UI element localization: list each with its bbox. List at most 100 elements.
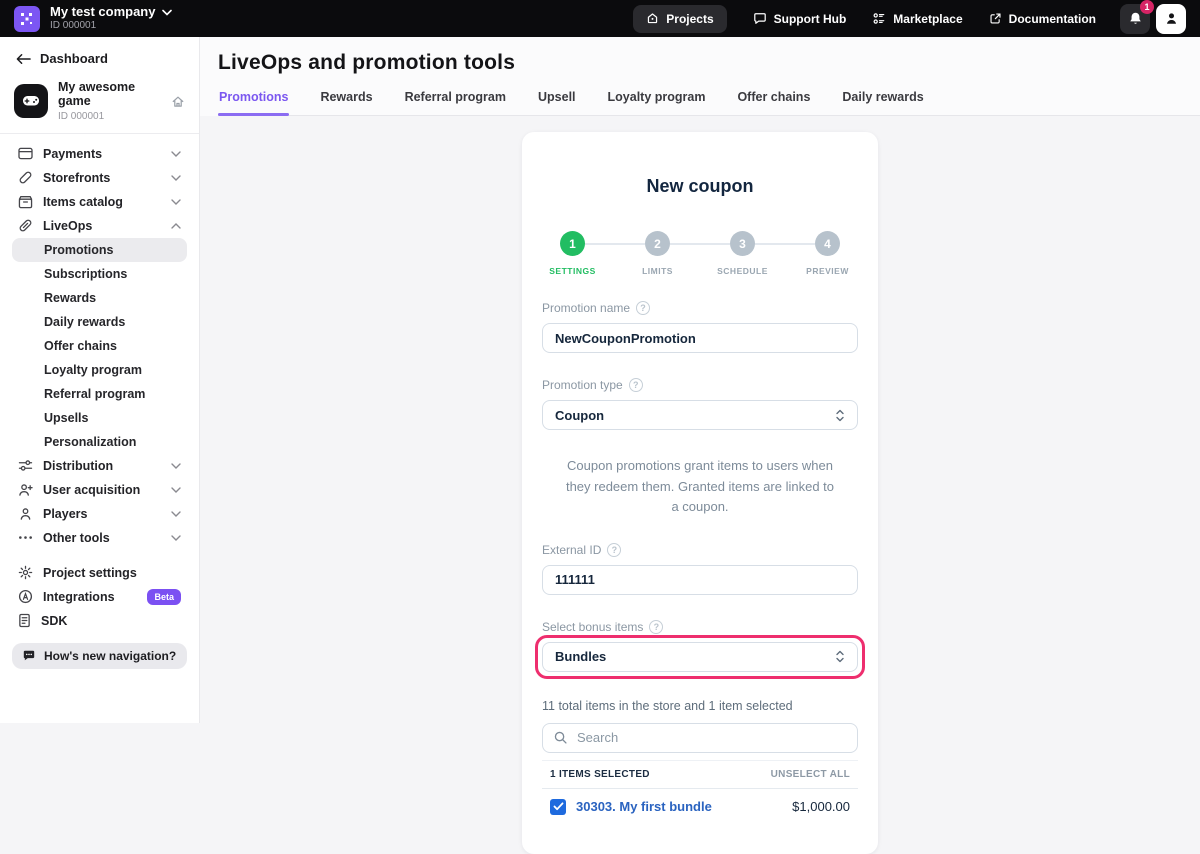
- project-row[interactable]: My awesome game ID 000001: [12, 81, 187, 122]
- wizard-stepper: 1 SETTINGS 2 LIMITS 3 SCHEDULE 4 PREVIEW: [560, 231, 840, 276]
- project-id: ID 000001: [58, 111, 161, 122]
- company-id: ID 000001: [50, 21, 172, 32]
- tab-offer-chains[interactable]: Offer chains: [736, 90, 811, 115]
- help-icon[interactable]: ?: [636, 301, 650, 315]
- company-logo[interactable]: [14, 6, 40, 32]
- back-to-dashboard[interactable]: Dashboard: [12, 49, 187, 68]
- promotion-type-select[interactable]: Coupon: [542, 400, 858, 430]
- help-icon[interactable]: ?: [607, 543, 621, 557]
- document-icon: [18, 613, 31, 628]
- sidebar-item-distribution[interactable]: Distribution: [12, 454, 187, 478]
- tab-daily-rewards[interactable]: Daily rewards: [841, 90, 924, 115]
- card-title: New coupon: [542, 176, 858, 197]
- coupon-help-text: Coupon promotions grant items to users w…: [561, 456, 839, 518]
- chevron-down-icon: [171, 511, 181, 517]
- caret-updown-icon: [835, 409, 845, 422]
- help-icon[interactable]: ?: [649, 620, 663, 634]
- sidebar-item-integrations[interactable]: Integrations Beta: [12, 585, 187, 609]
- notifications-badge: 1: [1140, 0, 1154, 14]
- search-input[interactable]: [542, 723, 858, 753]
- promotion-name-label-row: Promotion name ?: [542, 301, 858, 315]
- sidebar-label-offer-chains: Offer chains: [44, 339, 117, 353]
- sidebar-item-project-settings[interactable]: Project settings: [12, 561, 187, 585]
- sidebar-item-subscriptions[interactable]: Subscriptions: [12, 262, 187, 286]
- documentation-label: Documentation: [1009, 12, 1096, 26]
- item-name-link[interactable]: 30303. My first bundle: [576, 799, 712, 814]
- marketplace-button[interactable]: Marketplace: [872, 12, 962, 26]
- sidebar-label-storefronts: Storefronts: [43, 171, 110, 185]
- sidebar-item-storefronts[interactable]: Storefronts: [12, 166, 187, 190]
- selected-count-label: 1 ITEMS SELECTED: [550, 769, 650, 780]
- external-id-label: External ID: [542, 543, 601, 557]
- navigation-feedback-button[interactable]: How's new navigation?: [12, 643, 187, 669]
- main-area: LiveOps and promotion tools Promotions R…: [200, 37, 1200, 723]
- sidebar-label-loyalty-program: Loyalty program: [44, 363, 142, 377]
- marketplace-icon: [872, 12, 886, 25]
- step-limits: 2 LIMITS: [645, 231, 670, 276]
- navigation-feedback-label: How's new navigation?: [44, 649, 176, 663]
- support-hub-button[interactable]: Support Hub: [753, 12, 847, 26]
- new-coupon-card: New coupon 1 SETTINGS 2 LIMITS 3 SCHEDUL…: [522, 132, 878, 854]
- beta-badge: Beta: [147, 589, 181, 605]
- chevron-down-icon: [171, 199, 181, 205]
- circle-a-icon: [18, 589, 33, 604]
- projects-button[interactable]: Projects: [633, 5, 726, 33]
- step-settings: 1 SETTINGS: [560, 231, 585, 276]
- project-avatar: [14, 84, 48, 118]
- chevron-down-icon: [171, 151, 181, 157]
- sidebar-item-offer-chains[interactable]: Offer chains: [12, 334, 187, 358]
- sidebar-item-players[interactable]: Players: [12, 502, 187, 526]
- step-4-circle: 4: [815, 231, 840, 256]
- sidebar-label-items-catalog: Items catalog: [43, 195, 123, 209]
- sidebar-item-liveops[interactable]: LiveOps: [12, 214, 187, 238]
- item-price: $1,000.00: [792, 799, 850, 814]
- step-connector: [670, 243, 730, 245]
- bell-icon: [1128, 11, 1143, 26]
- tab-bar: Promotions Rewards Referral program Upse…: [218, 90, 1200, 116]
- sidebar-item-rewards[interactable]: Rewards: [12, 286, 187, 310]
- sidebar-item-sdk[interactable]: SDK: [12, 609, 187, 633]
- tab-promotions[interactable]: Promotions: [218, 90, 289, 115]
- item-checkbox[interactable]: [550, 799, 566, 815]
- sidebar-label-project-settings: Project settings: [43, 566, 137, 580]
- sliders-icon: [18, 459, 33, 472]
- tab-upsell[interactable]: Upsell: [537, 90, 577, 115]
- step-3-label: SCHEDULE: [717, 266, 768, 276]
- capsule-icon: [18, 218, 33, 233]
- box-icon: [18, 195, 33, 209]
- account-button[interactable]: [1156, 4, 1186, 34]
- sidebar-item-referral-program[interactable]: Referral program: [12, 382, 187, 406]
- home-icon[interactable]: [171, 95, 185, 108]
- sidebar-item-payments[interactable]: Payments: [12, 142, 187, 166]
- sidebar-item-upsells[interactable]: Upsells: [12, 406, 187, 430]
- sidebar-item-user-acquisition[interactable]: User acquisition: [12, 478, 187, 502]
- check-icon: [553, 802, 564, 811]
- tab-loyalty-program[interactable]: Loyalty program: [607, 90, 707, 115]
- notifications-button[interactable]: 1: [1120, 4, 1150, 34]
- documentation-button[interactable]: Documentation: [989, 12, 1096, 26]
- person-icon: [1164, 11, 1179, 26]
- sidebar-item-other-tools[interactable]: Other tools: [12, 526, 187, 550]
- tab-referral-program[interactable]: Referral program: [404, 90, 507, 115]
- sidebar-item-promotions[interactable]: Promotions: [12, 238, 187, 262]
- chevron-up-icon: [171, 223, 181, 229]
- sidebar-group-gap: [12, 550, 187, 561]
- chevron-down-icon: [171, 463, 181, 469]
- promotion-name-input[interactable]: [542, 323, 858, 353]
- ellipsis-icon: [18, 535, 33, 540]
- unselect-all-button[interactable]: UNSELECT ALL: [771, 769, 850, 780]
- help-icon[interactable]: ?: [629, 378, 643, 392]
- sidebar-label-subscriptions: Subscriptions: [44, 267, 127, 281]
- arrow-left-icon: [16, 53, 31, 65]
- promotion-name-label: Promotion name: [542, 301, 630, 315]
- sidebar-label-players: Players: [43, 507, 87, 521]
- external-id-input[interactable]: [542, 565, 858, 595]
- tab-rewards[interactable]: Rewards: [319, 90, 373, 115]
- sidebar-item-loyalty-program[interactable]: Loyalty program: [12, 358, 187, 382]
- sidebar-item-items-catalog[interactable]: Items catalog: [12, 190, 187, 214]
- sidebar-item-daily-rewards[interactable]: Daily rewards: [12, 310, 187, 334]
- company-switcher[interactable]: My test company ID 000001: [50, 5, 172, 31]
- sidebar-label-referral-program: Referral program: [44, 387, 145, 401]
- sidebar-item-personalization[interactable]: Personalization: [12, 430, 187, 454]
- bonus-items-select[interactable]: Bundles: [542, 642, 858, 672]
